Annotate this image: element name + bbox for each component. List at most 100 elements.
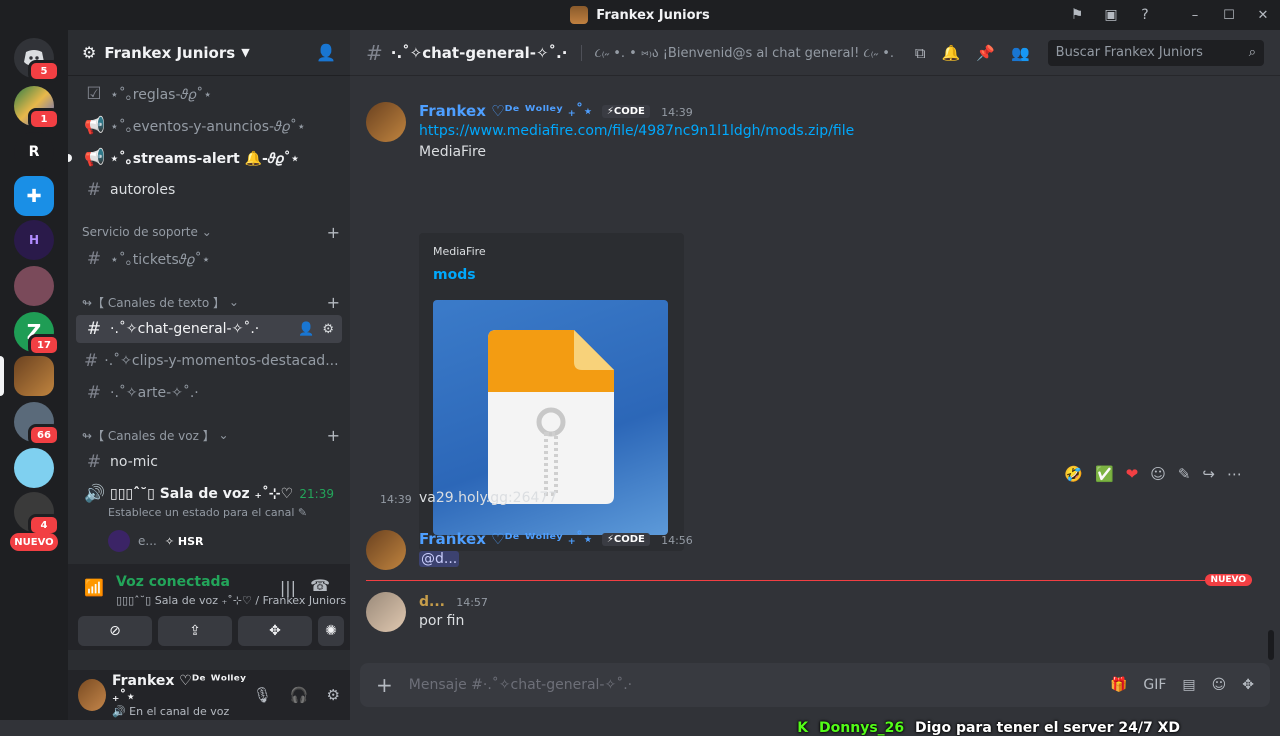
message-input[interactable]: Mensaje #·.˚✧chat-general-✧˚.· xyxy=(409,677,632,693)
emoji-icon[interactable]: ☺ xyxy=(1212,677,1227,693)
server-icon-triangle[interactable]: 1 xyxy=(14,86,60,130)
author-name[interactable]: d... xyxy=(419,594,445,610)
category-soporte[interactable]: Servicio de soporte ⌄ + xyxy=(82,222,340,242)
bell-icon[interactable]: 🔔 xyxy=(942,44,961,62)
voice-channel-sala[interactable]: 🔊 ▯▯▯ˆ˘▯ Sala de voz ₊˚⊹♡ 21:39 xyxy=(76,480,342,508)
edit-icon[interactable]: ✎ xyxy=(1178,465,1191,483)
add-channel-icon[interactable]: + xyxy=(327,426,340,445)
channel-eventos[interactable]: 📢 ⋆˚｡eventos-y-anuncios-𝜗𝜚˚⋆ xyxy=(76,112,342,140)
channel-arte[interactable]: # ·.˚✧arte-✧˚.· xyxy=(76,379,342,407)
camera-off-button[interactable]: ⊘ xyxy=(78,616,152,646)
invite-people-icon[interactable]: 👤 xyxy=(316,43,336,62)
apps-icon[interactable]: ✥ xyxy=(1242,677,1254,693)
hash-icon: # xyxy=(86,249,102,269)
server-icon-cube[interactable] xyxy=(14,448,54,488)
discord-home-icon[interactable]: 5 xyxy=(14,38,60,82)
channel-chat-general[interactable]: # ·.˚✧chat-general-✧˚.· 👤 ⚙ xyxy=(76,315,342,343)
timestamp: 14:39 xyxy=(661,106,693,119)
new-servers-pill[interactable]: NUEVO xyxy=(10,533,58,551)
new-messages-label: NUEVO xyxy=(1204,574,1252,586)
search-icon: ⌕ xyxy=(1248,45,1256,60)
add-channel-icon[interactable]: + xyxy=(327,293,340,312)
check-reaction-icon[interactable]: ✅ xyxy=(1095,465,1114,483)
microphone-icon[interactable]: 🎙 xyxy=(253,686,272,704)
more-icon[interactable]: ⋯ xyxy=(1227,465,1242,483)
voice-participant[interactable]: e... ✧ HSR xyxy=(108,530,203,552)
user-mention[interactable]: @d... xyxy=(419,551,460,567)
server-icon-frankex[interactable] xyxy=(14,356,54,396)
channel-topic[interactable]: ૮₍˶ •. • ⑅₎ა ¡Bienvenid@s al chat genera… xyxy=(581,44,897,61)
channel-streams[interactable]: 📢 ⋆˚｡streams-alert 🔔-𝜗𝜚˚⋆ xyxy=(76,144,342,172)
channel-no-mic[interactable]: # no-mic xyxy=(76,448,342,476)
author-name[interactable]: Frankex ♡ᴰᵉ ᵂᵒˡˡᵉʸ ₊˚⋆ xyxy=(419,530,593,548)
server-badge: 17 xyxy=(28,334,60,356)
channel-reglas[interactable]: ☑ ⋆˚｡reglas-𝜗𝜚˚⋆ xyxy=(76,80,342,108)
embed-title[interactable]: mods xyxy=(433,267,476,283)
server-icon-z[interactable]: Z 17 xyxy=(14,312,60,356)
voice-connected-subtitle[interactable]: ▯▯▯ˆ˘▯ Sala de voz ₊˚⊹♡ / Frankex Junior… xyxy=(116,594,346,607)
sticker-icon[interactable]: ▤ xyxy=(1182,677,1195,693)
author-avatar[interactable] xyxy=(366,592,406,632)
role-tag: ⚡CODE xyxy=(601,105,650,118)
server-icon-dark[interactable]: 4 xyxy=(14,492,60,536)
add-channel-icon[interactable]: + xyxy=(327,223,340,242)
message-text[interactable]: va29.holy.gg:26477 xyxy=(419,490,557,506)
server-icon-h[interactable]: H xyxy=(14,220,54,260)
channel-clips[interactable]: # ·.˚✧clips-y-momentos-destacad... xyxy=(76,347,342,375)
activities-button[interactable]: ✥ xyxy=(238,616,312,646)
scrollbar[interactable] xyxy=(1268,630,1274,660)
add-reaction-icon[interactable]: ☺ xyxy=(1150,465,1166,483)
category-voz[interactable]: ↬【 Canales de voz 】 ⌄ + xyxy=(82,425,340,445)
user-name: Frankex ♡ᴰᵉ ᵂᵒˡˡᵉʸ ₊˚⋆ xyxy=(111,672,246,705)
soundboard-button[interactable]: ✺ xyxy=(318,616,344,646)
screen-share-button[interactable]: ⇪ xyxy=(158,616,232,646)
search-input[interactable]: Buscar Frankex Juniors ⌕ xyxy=(1047,39,1264,66)
gift-icon[interactable]: 🎁 xyxy=(1110,677,1127,693)
gif-icon[interactable]: GIF xyxy=(1143,677,1166,693)
voice-connected-title: Voz conectada xyxy=(116,574,230,590)
laugh-reaction-icon[interactable]: 🤣 xyxy=(1064,465,1083,483)
help-icon[interactable]: ? xyxy=(1128,0,1162,30)
forward-icon[interactable]: ↪ xyxy=(1202,465,1215,483)
message-actions: 🤣 ✅ ❤ ☺ ✎ ↪ ⋯ xyxy=(1064,465,1242,483)
invite-icon[interactable]: 👤 xyxy=(298,322,314,337)
voice-channel-status[interactable]: Establece un estado para el canal ✎ xyxy=(108,506,307,519)
timestamp: 14:39 xyxy=(380,493,412,506)
author-name[interactable]: Frankex ♡ᴰᵉ ᵂᵒˡˡᵉʸ ₊˚⋆ xyxy=(419,102,593,120)
category-texto[interactable]: ↬【 Canales de texto 】 ⌄ + xyxy=(82,292,340,312)
attach-icon[interactable]: + xyxy=(376,673,393,697)
channel-autoroles[interactable]: # autoroles xyxy=(76,176,342,204)
hash-icon: # xyxy=(86,319,102,339)
participant-tag: ✧ HSR xyxy=(164,534,204,548)
gear-icon[interactable]: ⚙ xyxy=(322,322,334,337)
message-link[interactable]: https://www.mediafire.com/file/4987nc9n1… xyxy=(419,123,854,139)
author-avatar[interactable] xyxy=(366,530,406,570)
server-icon-robot[interactable]: 66 xyxy=(14,402,60,446)
minimize-button[interactable]: – xyxy=(1178,0,1212,30)
channel-tickets[interactable]: # ⋆˚｡tickets𝜗𝜚˚⋆ xyxy=(76,245,342,273)
flag-icon[interactable]: ⚑ xyxy=(1060,0,1094,30)
user-settings-icon[interactable]: ⚙ xyxy=(327,686,340,704)
members-icon[interactable]: 👥 xyxy=(1011,44,1030,62)
disconnect-icon[interactable]: ☎ xyxy=(310,576,330,595)
server-header[interactable]: ⚙ Frankex Juniors ▼ 👤 xyxy=(68,30,350,76)
noise-suppression-icon[interactable]: ||| xyxy=(280,578,296,597)
maximize-button[interactable]: ☐ xyxy=(1212,0,1246,30)
user-avatar[interactable] xyxy=(78,679,106,711)
heart-reaction-icon[interactable]: ❤ xyxy=(1126,465,1139,483)
chevron-down-icon: ⌄ xyxy=(228,295,239,309)
timestamp: 14:57 xyxy=(456,596,488,609)
server-icon-blue[interactable]: ✚ xyxy=(14,176,54,216)
chevron-down-icon: ⌄ xyxy=(201,225,212,239)
server-icon-character[interactable] xyxy=(14,266,54,306)
inbox-icon[interactable]: ▣ xyxy=(1094,0,1128,30)
signal-icon[interactable]: 📶 xyxy=(84,578,104,597)
threads-icon[interactable]: ⧉ xyxy=(915,44,926,62)
close-button[interactable]: ✕ xyxy=(1246,0,1280,30)
author-avatar[interactable] xyxy=(366,102,406,142)
embed-provider[interactable]: MediaFire xyxy=(433,245,486,258)
server-icon-r[interactable]: R xyxy=(14,132,54,172)
message-composer[interactable]: + Mensaje #·.˚✧chat-general-✧˚.· 🎁 GIF ▤… xyxy=(360,663,1270,707)
pin-icon[interactable]: 📌 xyxy=(976,44,995,62)
headphones-icon[interactable]: 🎧 xyxy=(290,686,309,704)
